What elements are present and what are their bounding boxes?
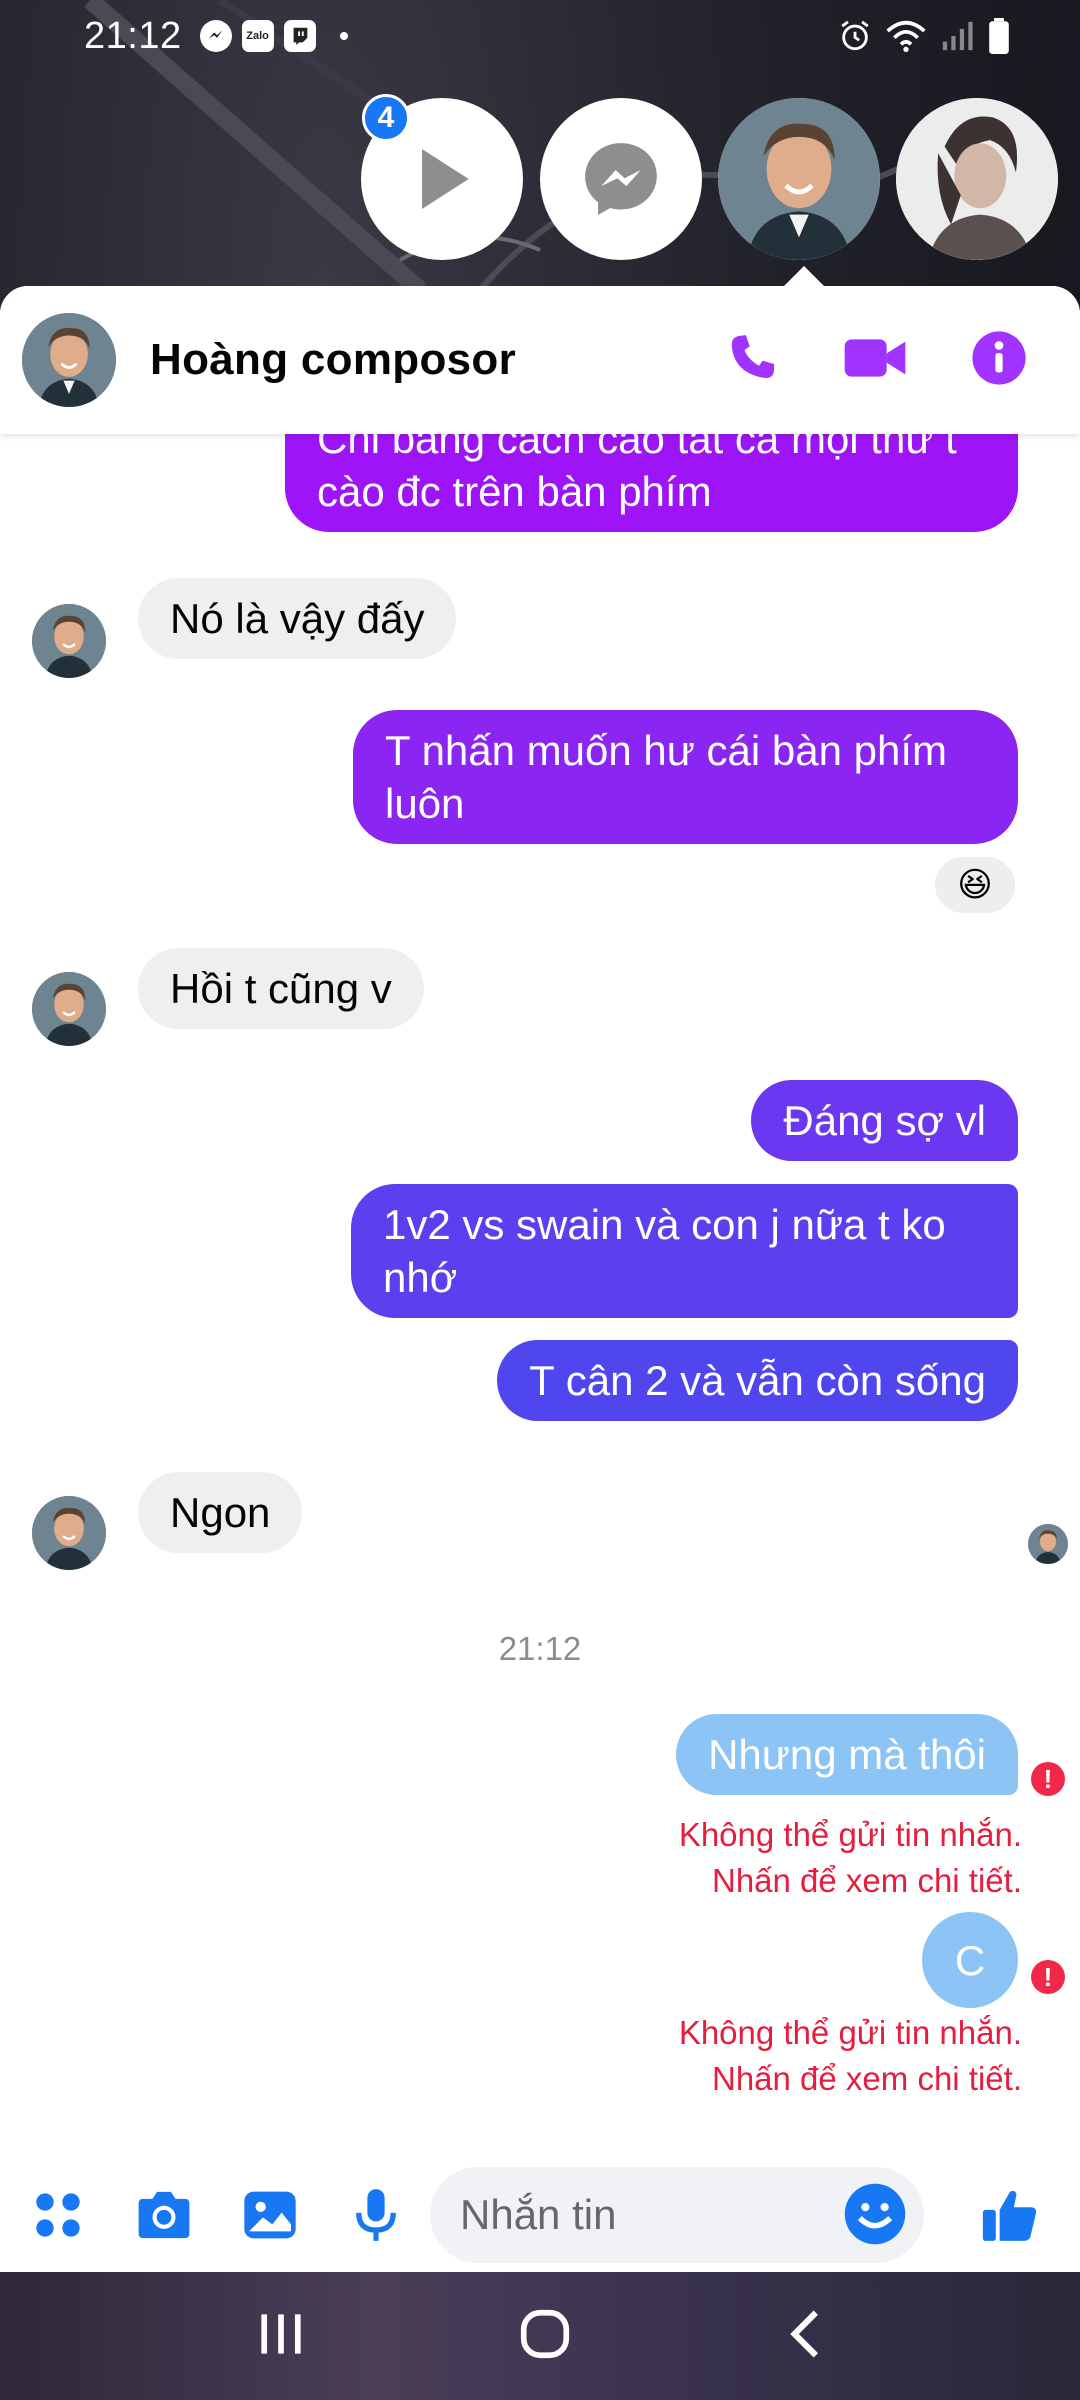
header-avatar[interactable] [22, 313, 116, 407]
video-play-icon [422, 149, 469, 209]
message-input-placeholder: Nhắn tin [460, 2191, 617, 2238]
message-bubble-incoming[interactable]: Hồi t cũng v [138, 948, 424, 1029]
wifi-icon [886, 20, 926, 52]
message-text: Đáng sợ vl [783, 1097, 986, 1144]
system-navigation-bar [0, 2272, 1080, 2400]
battery-icon [989, 18, 1009, 54]
message-text: T cân 2 và vẫn còn sống [529, 1357, 986, 1404]
twitch-notification-icon [283, 20, 316, 52]
message-text: C [954, 1936, 986, 1984]
message-text: T nhấn muốn hư cái bàn phím luôn [385, 727, 948, 827]
chat-head-pointer [782, 266, 826, 288]
chat-head-messenger[interactable] [540, 98, 702, 260]
contact-avatar [718, 98, 880, 260]
alarm-icon [841, 20, 869, 51]
zalo-notification-icon: Zalo [241, 20, 274, 52]
sender-avatar[interactable] [32, 972, 106, 1046]
conversation-header: Hoàng composor [0, 286, 1080, 434]
error-line: Không thể gửi tin nhắn. [678, 2014, 1022, 2051]
conversation-info-button[interactable] [970, 329, 1028, 392]
microphone-icon [356, 2189, 396, 2241]
more-notifications-dot [339, 32, 348, 40]
header-actions [724, 329, 1058, 392]
contact-name[interactable]: Hoàng composor [150, 335, 516, 385]
message-bubble-outgoing[interactable]: T nhấn muốn hư cái bàn phím luôn [353, 710, 1018, 844]
video-call-button[interactable] [842, 330, 908, 391]
conversation-panel: Hoàng composor Chỉ bằng cách cào tất cả … [0, 286, 1080, 2272]
sender-avatar[interactable] [32, 1496, 106, 1570]
failed-message-bubble[interactable]: C [922, 1912, 1018, 2008]
gallery-button[interactable] [234, 2179, 306, 2251]
status-bar: 21:12 Zalo [0, 0, 1080, 72]
message-timestamp: 21:12 [498, 1630, 582, 1667]
error-line: Nhấn để xem chi tiết. [712, 1862, 1022, 1899]
message-text: Ngon [170, 1489, 271, 1536]
back-icon [789, 2310, 818, 2357]
apps-grid-icon [36, 2193, 80, 2237]
message-text: 1v2 vs swain và con j nữa t ko nhớ [383, 1201, 946, 1301]
send-error-icon[interactable]: ! [1031, 1960, 1065, 1994]
message-bubble-outgoing[interactable]: Đáng sợ vl [751, 1080, 1018, 1161]
message-text: Hồi t cũng v [170, 965, 392, 1012]
recent-apps-button[interactable] [256, 2310, 306, 2363]
unread-badge: 4 [362, 94, 410, 142]
message-list: Chỉ bằng cách cào tất cả mọi thứ t cào đ… [0, 392, 1080, 2272]
emoji-icon [844, 2183, 906, 2245]
home-button[interactable] [519, 2308, 571, 2365]
info-icon [972, 330, 1026, 385]
error-line: Nhấn để xem chi tiết. [712, 2060, 1022, 2097]
image-icon [244, 2191, 296, 2239]
chat-head-artist[interactable] [896, 98, 1058, 260]
laughing-emoji-icon: 😆 [957, 866, 993, 904]
voice-message-button[interactable] [340, 2179, 412, 2251]
messenger-icon [585, 143, 657, 215]
emoji-button[interactable] [842, 2181, 908, 2257]
status-system-icons [838, 18, 1010, 54]
signal-icon [942, 21, 973, 51]
message-text: Nhưng mà thôi [708, 1731, 986, 1778]
artist-avatar [896, 98, 1058, 260]
message-composer: Nhắn tin [0, 2158, 1080, 2272]
status-notification-icons: Zalo [199, 20, 348, 52]
message-input[interactable]: Nhắn tin [430, 2167, 924, 2263]
message-text: Nó là vậy đấy [170, 595, 425, 642]
message-reaction[interactable]: 😆 [932, 854, 1018, 916]
voice-call-button[interactable] [724, 330, 780, 391]
sender-avatar[interactable] [32, 604, 106, 678]
message-bubble-outgoing[interactable]: 1v2 vs swain và con j nữa t ko nhớ [351, 1184, 1018, 1318]
send-error-message[interactable]: Không thể gửi tin nhắn. Nhấn để xem chi … [679, 1812, 1022, 1904]
phone-icon [731, 334, 775, 378]
video-camera-icon [844, 338, 906, 377]
like-button[interactable] [974, 2179, 1046, 2251]
send-error-message[interactable]: Không thể gửi tin nhắn. Nhấn để xem chi … [679, 2010, 1022, 2102]
thumbs-up-icon [982, 2190, 1037, 2241]
more-actions-button[interactable] [22, 2179, 94, 2251]
camera-button[interactable] [128, 2179, 200, 2251]
messenger-notification-icon [199, 20, 232, 52]
chat-head-contact[interactable] [718, 98, 880, 260]
message-bubble-incoming[interactable]: Ngon [138, 1472, 303, 1553]
error-line: Không thể gửi tin nhắn. [678, 1816, 1022, 1853]
home-icon [520, 2309, 570, 2358]
chat-heads-bar: 4 [0, 94, 1080, 288]
send-error-icon[interactable]: ! [1031, 1762, 1065, 1796]
camera-icon [138, 2191, 190, 2239]
message-bubble-incoming[interactable]: Nó là vậy đấy [138, 578, 457, 659]
seen-indicator-avatar [1028, 1524, 1068, 1564]
recent-apps-icon [261, 2313, 301, 2354]
failed-message-bubble[interactable]: Nhưng mà thôi [676, 1714, 1018, 1795]
status-time: 21:12 [84, 14, 182, 57]
back-button[interactable] [784, 2308, 824, 2365]
message-bubble-outgoing[interactable]: T cân 2 và vẫn còn sống [497, 1340, 1018, 1421]
